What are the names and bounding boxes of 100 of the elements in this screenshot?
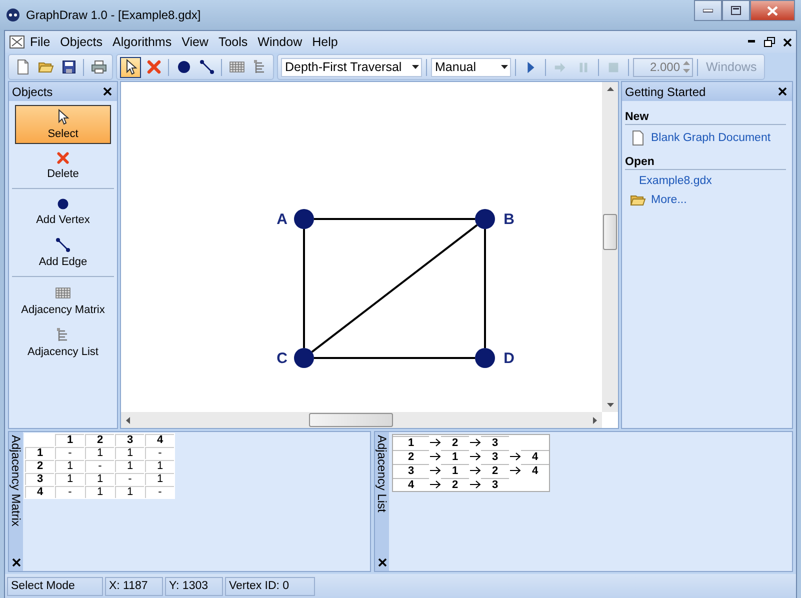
restore-icon[interactable] (764, 37, 775, 47)
vertex-node[interactable] (475, 348, 495, 368)
printer-icon (90, 59, 106, 75)
neighbor-cell: 3 (481, 450, 509, 462)
vertex-label: D (504, 350, 514, 367)
arrow-icon (430, 466, 440, 474)
link[interactable]: More... (651, 194, 687, 206)
neighbor-cell: 4 (521, 450, 549, 462)
column-header: 2 (85, 434, 114, 446)
close-icon[interactable] (12, 558, 20, 567)
select-tool-button[interactable] (120, 56, 141, 78)
vertex-cell: 3 (393, 464, 429, 476)
column-header: 4 (145, 434, 174, 446)
menu-item[interactable]: Algorithms (108, 33, 177, 51)
vertex-cell: 4 (393, 478, 429, 490)
close-icon[interactable] (783, 38, 792, 46)
matrix-cell: - (115, 473, 144, 485)
menu-item[interactable]: View (176, 33, 214, 51)
tool-item[interactable]: Select (15, 105, 111, 144)
vertex-cell: 1 (393, 436, 429, 448)
close-icon[interactable] (378, 558, 386, 567)
arrow-icon (470, 452, 480, 460)
vertical-scrollbar[interactable] (602, 82, 618, 412)
maximize-icon (731, 6, 741, 15)
matrix-cell: 1 (115, 460, 144, 472)
matrix-cell: 1 (85, 473, 114, 485)
minimize-button[interactable] (694, 0, 722, 21)
status-text: X: 1187 (105, 576, 163, 596)
neighbor-cell: 3 (481, 436, 509, 448)
tool-item[interactable]: Add Edge (15, 233, 111, 272)
speed-spinbox[interactable]: 2.000 (633, 58, 693, 76)
horizontal-scrollbar[interactable] (121, 412, 602, 428)
edge-line-icon (198, 59, 214, 75)
link[interactable]: Blank Graph Document (651, 132, 771, 144)
close-button[interactable] (750, 0, 795, 21)
close-icon (767, 6, 778, 16)
grid-icon (55, 285, 71, 301)
panel-title: Getting Started (625, 84, 706, 98)
vertex-label: B (504, 211, 514, 228)
minimize-icon[interactable] (748, 40, 756, 44)
neighbor-cell: 1 (441, 464, 469, 476)
scroll-thumb[interactable] (309, 413, 393, 427)
app-logo-icon (6, 8, 20, 22)
close-icon[interactable] (103, 87, 112, 96)
menu-item[interactable]: Window (252, 33, 308, 51)
scroll-arrow-icon[interactable] (606, 87, 614, 91)
matrix-cell: - (55, 486, 84, 498)
neighbor-cell: 1 (441, 450, 469, 462)
neighbor-cell: 2 (441, 478, 469, 490)
menu-item[interactable]: Objects (55, 33, 108, 51)
tool-item[interactable]: Adjacency List (15, 323, 111, 362)
mode-dropdown[interactable]: Manual (431, 58, 511, 76)
matrix-cell: 1 (115, 486, 144, 498)
algorithm-dropdown[interactable]: Depth-First Traversal (281, 58, 422, 76)
matrix-cell: 1 (145, 460, 174, 472)
row-header: 2 (25, 460, 54, 472)
neighbor-cell: 2 (481, 464, 509, 476)
matrix-cell: 1 (55, 473, 84, 485)
panel-title: Adjacency Matrix (9, 435, 23, 526)
scroll-arrow-icon[interactable] (606, 403, 614, 407)
menu-item[interactable]: Help (307, 33, 343, 51)
tool-item[interactable]: Delete (15, 147, 111, 184)
row-header: 1 (25, 447, 54, 459)
column-header: 3 (115, 434, 144, 446)
status-text: Y: 1303 (165, 576, 223, 596)
scroll-arrow-icon[interactable] (126, 416, 130, 424)
link[interactable]: Example8.gdx (639, 175, 712, 187)
window-title: GraphDraw 1.0 - [Example8.gdx] (26, 8, 201, 22)
arrow-icon (510, 452, 520, 460)
vertex-dot-icon (176, 59, 192, 75)
tool-item[interactable]: Adjacency Matrix (15, 281, 111, 320)
scroll-arrow-icon[interactable] (593, 416, 597, 424)
matrix-cell: - (145, 486, 174, 498)
matrix-cell: 1 (115, 447, 144, 459)
edge-line-icon (55, 237, 71, 253)
matrix-cell: - (55, 447, 84, 459)
neighbor-cell: 2 (441, 436, 469, 448)
vertex-label: A (276, 211, 288, 228)
minimize-icon (703, 8, 713, 12)
arrow-icon (470, 480, 480, 488)
vertex-dot-icon (56, 197, 70, 211)
row-header: 4 (25, 486, 54, 498)
column-header: 1 (55, 434, 84, 446)
tool-item[interactable]: Add Vertex (15, 193, 111, 230)
matrix-cell: 1 (85, 447, 114, 459)
vertex-node[interactable] (294, 348, 314, 368)
menu-item[interactable]: File (25, 33, 56, 51)
section-heading: New (625, 111, 786, 125)
delete-icon (146, 59, 162, 75)
vertex-node[interactable] (294, 209, 314, 229)
matrix-cell: 1 (145, 473, 174, 485)
matrix-cell: - (85, 460, 114, 472)
new-file-icon (14, 59, 30, 75)
menu-item[interactable]: Tools (213, 33, 253, 51)
close-icon[interactable] (778, 87, 787, 96)
delete-icon (56, 151, 70, 165)
scroll-thumb[interactable] (603, 214, 617, 250)
vertex-node[interactable] (475, 209, 495, 229)
maximize-button[interactable] (722, 0, 750, 21)
arrow-icon (430, 438, 440, 446)
